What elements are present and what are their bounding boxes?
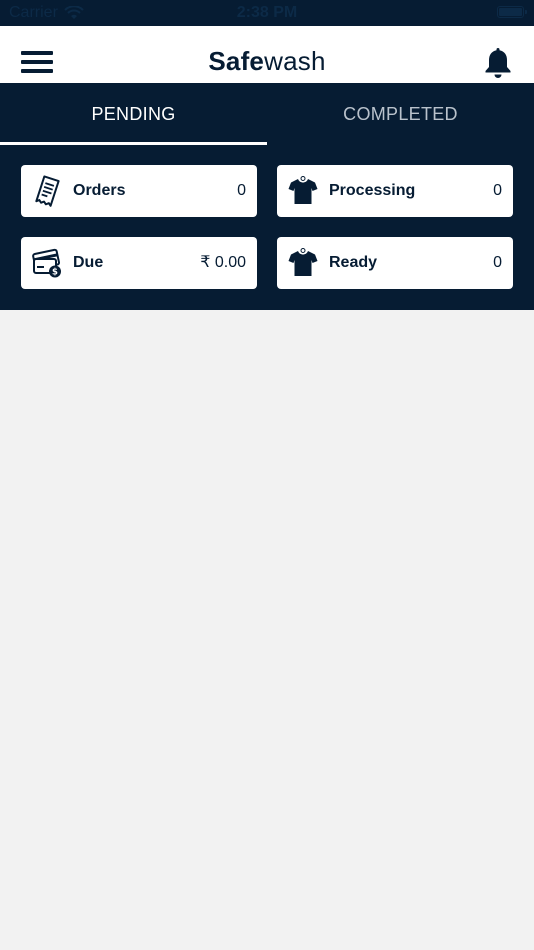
orders-card[interactable]: Orders 0 [21, 165, 257, 217]
processing-label: Processing [329, 182, 416, 199]
receipt-icon [35, 175, 60, 207]
tshirt-icon [288, 176, 318, 204]
orders-count: 0 [237, 182, 246, 199]
due-label: Due [73, 254, 104, 271]
ready-count: 0 [493, 254, 502, 271]
card-payment-icon: $ [32, 248, 61, 278]
processing-count: 0 [493, 182, 502, 199]
tab-pending[interactable]: PENDING [0, 83, 267, 145]
orders-label: Orders [73, 182, 126, 199]
active-tab-indicator [0, 142, 267, 145]
ready-label: Ready [329, 254, 378, 271]
svg-text:$: $ [52, 268, 58, 278]
due-amount: ₹ 0.00 [200, 254, 246, 271]
tab-completed[interactable]: COMPLETED [267, 83, 534, 145]
due-card[interactable]: $ Due ₹ 0.00 [21, 237, 257, 289]
app-logo: Safewash [0, 46, 534, 77]
app-header: Safewash [0, 26, 534, 83]
notification-bell-icon[interactable] [482, 45, 514, 79]
status-time: 2:38 PM [236, 4, 298, 21]
status-right [497, 6, 527, 18]
battery-icon [497, 6, 527, 18]
tshirt-icon [288, 248, 318, 276]
logo-light-part: wash [264, 46, 326, 76]
summary-panel: PENDING COMPLETED Orders 0 Processing 0 [0, 83, 534, 310]
logo-bold-part: Safe [208, 46, 265, 76]
status-bar: Carrier 2:38 PM [0, 0, 534, 26]
processing-card[interactable]: Processing 0 [277, 165, 513, 217]
ready-card[interactable]: Ready 0 [277, 237, 513, 289]
